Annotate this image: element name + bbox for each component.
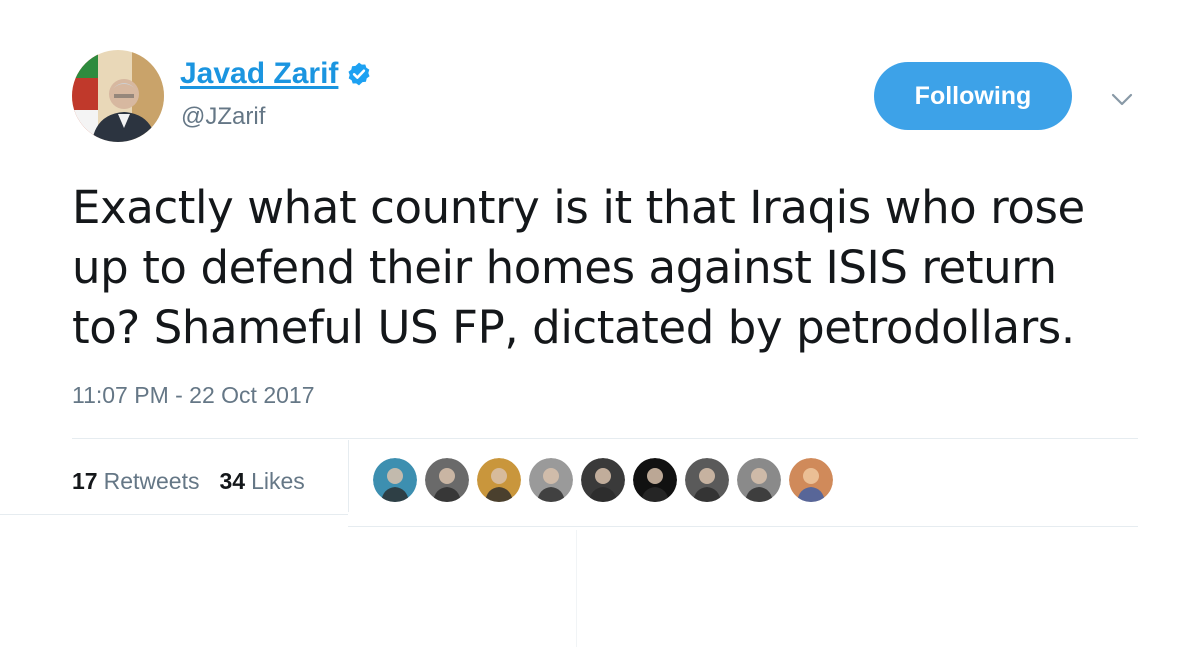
tweet-text: Exactly what country is it that Iraqis w… — [72, 178, 1152, 358]
divider — [72, 438, 1138, 439]
liker-avatar-icon — [633, 458, 677, 502]
liker-avatar-icon — [477, 458, 521, 502]
tweet-text-line: to? Shameful US FP, dictated by petrodol… — [72, 301, 1075, 354]
profile-photo-icon — [72, 50, 164, 142]
tweet-text-line: Exactly what country is it that Iraqis w… — [72, 181, 1085, 234]
liker-avatar[interactable] — [737, 458, 781, 502]
likes-count: 34 — [219, 468, 246, 494]
liker-avatar[interactable] — [529, 458, 573, 502]
author-name-row: Javad Zarif — [180, 56, 372, 92]
liker-avatar[interactable] — [425, 458, 469, 502]
verified-badge-icon — [346, 61, 372, 87]
liker-avatar[interactable] — [581, 458, 625, 502]
liker-avatar-icon — [737, 458, 781, 502]
retweets-count: 17 — [72, 468, 98, 494]
chevron-down-icon[interactable] — [1110, 90, 1134, 110]
liker-avatar[interactable] — [477, 458, 521, 502]
divider — [576, 530, 577, 647]
author-avatar[interactable] — [72, 50, 164, 142]
liker-avatar[interactable] — [373, 458, 417, 502]
following-button[interactable]: Following — [874, 62, 1072, 130]
tweet-text-line: up to defend their homes against ISIS re… — [72, 241, 1057, 294]
retweets-label: Retweets — [103, 468, 200, 494]
liker-avatar[interactable] — [633, 458, 677, 502]
tweet-stats: 17 Retweets 34 Likes — [72, 466, 325, 496]
liker-avatar-icon — [373, 458, 417, 502]
author-handle[interactable]: @JZarif — [181, 102, 265, 132]
liker-avatar[interactable] — [685, 458, 729, 502]
divider — [348, 526, 1138, 527]
tweet-page: Javad Zarif @JZarif Following Exactly wh… — [0, 0, 1200, 647]
likes-label: Likes — [251, 468, 305, 494]
liker-avatar[interactable] — [789, 458, 833, 502]
liker-avatar-icon — [789, 458, 833, 502]
liker-avatar-icon — [685, 458, 729, 502]
retweets-stat[interactable]: 17 Retweets — [72, 466, 199, 496]
liker-avatar-icon — [581, 458, 625, 502]
stats-separator — [348, 440, 349, 512]
liker-avatar-icon — [529, 458, 573, 502]
divider — [0, 514, 348, 515]
liker-avatar-icon — [425, 458, 469, 502]
liked-by-avatars — [373, 458, 841, 502]
likes-stat[interactable]: 34 Likes — [219, 466, 304, 496]
author-display-name[interactable]: Javad Zarif — [180, 56, 338, 92]
tweet-timestamp[interactable]: 11:07 PM - 22 Oct 2017 — [72, 380, 315, 410]
